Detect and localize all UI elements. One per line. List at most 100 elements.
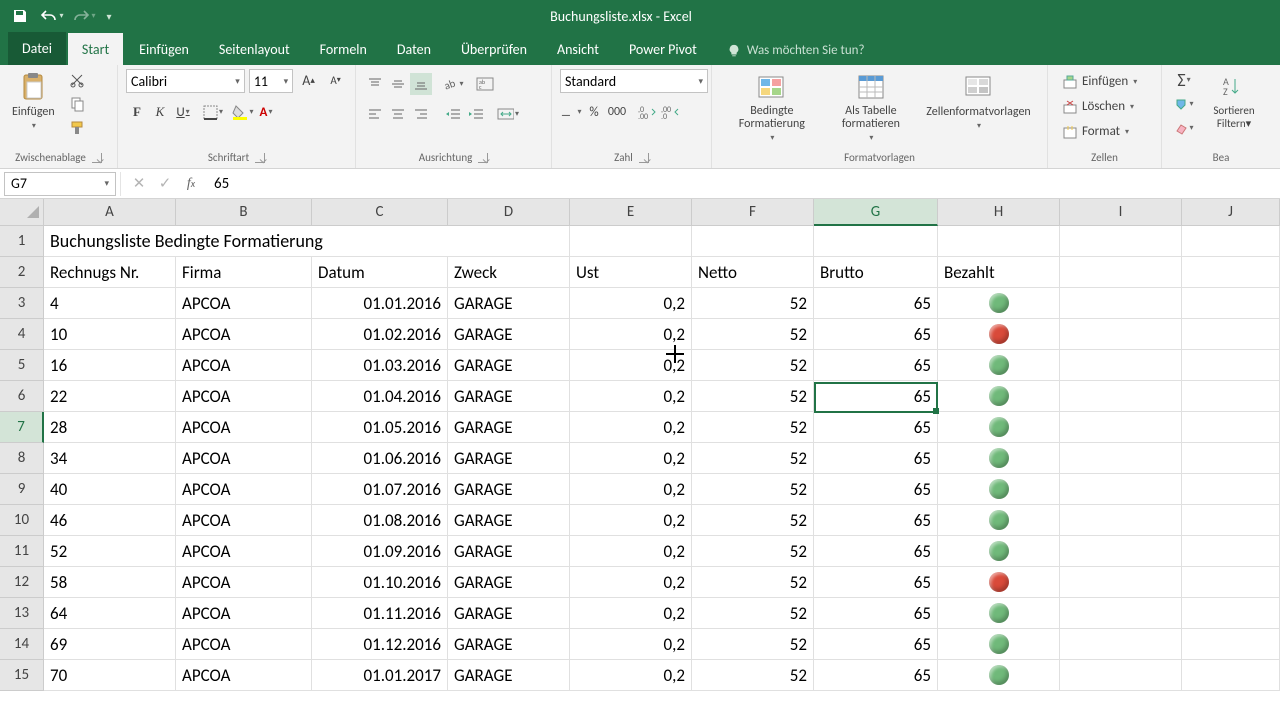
cell-firma[interactable]: APCOA (176, 474, 312, 505)
wrap-text-icon[interactable]: abc (474, 73, 496, 95)
cell[interactable] (1182, 288, 1280, 319)
cell-firma[interactable]: APCOA (176, 381, 312, 412)
cell-brutto[interactable]: 65 (814, 381, 938, 412)
cell-zweck[interactable]: GARAGE (448, 536, 570, 567)
row-header-15[interactable]: 15 (0, 660, 44, 691)
row-header-2[interactable]: 2 (0, 257, 44, 288)
dialog-launcher-icon[interactable] (92, 153, 102, 163)
cell-bezahlt[interactable] (938, 350, 1060, 381)
cell-ust[interactable]: 0,2 (570, 381, 692, 412)
cell-nr[interactable]: 4 (44, 288, 176, 319)
cell-bezahlt[interactable] (938, 629, 1060, 660)
cell-zweck[interactable]: GARAGE (448, 629, 570, 660)
cell-bezahlt[interactable] (938, 505, 1060, 536)
header-cell[interactable]: Firma (176, 257, 312, 288)
spreadsheet-grid[interactable]: ABCDEFGHIJ 1Buchungsliste Bedingte Forma… (0, 199, 1280, 691)
row-header-6[interactable]: 6 (0, 381, 44, 412)
cell[interactable] (1182, 505, 1280, 536)
align-left-icon[interactable] (364, 103, 386, 125)
cell-brutto[interactable]: 65 (814, 536, 938, 567)
cell-brutto[interactable]: 65 (814, 660, 938, 691)
cell-nr[interactable]: 22 (44, 381, 176, 412)
save-icon[interactable] (6, 2, 34, 30)
tab-review[interactable]: Überprüfen (447, 33, 541, 65)
cell-netto[interactable]: 52 (692, 567, 814, 598)
cell[interactable] (1060, 536, 1182, 567)
header-cell[interactable]: Netto (692, 257, 814, 288)
number-format-combo[interactable]: Standard▾ (560, 69, 708, 93)
accounting-format-icon[interactable]: ⚊▾ (560, 101, 582, 123)
percent-icon[interactable]: % (583, 101, 605, 123)
cell-zweck[interactable]: GARAGE (448, 350, 570, 381)
cell-bezahlt[interactable] (938, 567, 1060, 598)
header-cell[interactable]: Rechnugs Nr. (44, 257, 176, 288)
tell-me-search[interactable]: Was möchten Sie tun? (713, 35, 879, 65)
cell[interactable] (1060, 226, 1182, 257)
cell-nr[interactable]: 58 (44, 567, 176, 598)
tab-formulas[interactable]: Formeln (306, 33, 381, 65)
row-header-9[interactable]: 9 (0, 474, 44, 505)
title-cell[interactable]: Buchungsliste Bedingte Formatierung (44, 226, 570, 257)
column-header-B[interactable]: B (176, 199, 312, 226)
format-painter-icon[interactable] (65, 117, 89, 139)
undo-icon[interactable]: ▾ (38, 2, 66, 30)
tab-view[interactable]: Ansicht (543, 33, 613, 65)
cell-firma[interactable]: APCOA (176, 319, 312, 350)
cell-ust[interactable]: 0,2 (570, 443, 692, 474)
dialog-launcher-icon[interactable] (639, 153, 649, 163)
cell-zweck[interactable]: GARAGE (448, 381, 570, 412)
cell-datum[interactable]: 01.02.2016 (312, 319, 448, 350)
cell[interactable] (1182, 443, 1280, 474)
align-middle-icon[interactable] (387, 73, 409, 95)
cell-firma[interactable]: APCOA (176, 350, 312, 381)
cell-styles-button[interactable]: Zellenformatvorlagen▾ (918, 69, 1039, 133)
cell[interactable] (1182, 567, 1280, 598)
cell[interactable] (1182, 226, 1280, 257)
cell-nr[interactable]: 64 (44, 598, 176, 629)
cell-nr[interactable]: 10 (44, 319, 176, 350)
row-header-1[interactable]: 1 (0, 226, 44, 257)
cell-firma[interactable]: APCOA (176, 536, 312, 567)
cell-brutto[interactable]: 65 (814, 474, 938, 505)
cell[interactable] (1060, 257, 1182, 288)
cell-datum[interactable]: 01.09.2016 (312, 536, 448, 567)
tab-home[interactable]: Start (68, 33, 123, 65)
cell[interactable] (1060, 629, 1182, 660)
cell[interactable] (1182, 536, 1280, 567)
qat-customize-icon[interactable]: ▾ (102, 2, 116, 30)
increase-indent-icon[interactable] (465, 103, 487, 125)
cell-nr[interactable]: 69 (44, 629, 176, 660)
column-header-E[interactable]: E (570, 199, 692, 226)
cell-ust[interactable]: 0,2 (570, 288, 692, 319)
cell-zweck[interactable]: GARAGE (448, 567, 570, 598)
cell-ust[interactable]: 0,2 (570, 412, 692, 443)
orientation-icon[interactable]: ab▾ (442, 73, 464, 95)
cell-netto[interactable]: 52 (692, 443, 814, 474)
bold-icon[interactable]: F (126, 101, 148, 123)
increase-font-icon[interactable]: A▴ (297, 69, 320, 91)
cell[interactable] (1060, 350, 1182, 381)
column-header-D[interactable]: D (448, 199, 570, 226)
tab-insert[interactable]: Einfügen (125, 33, 203, 65)
clear-icon[interactable]: ▾ (1170, 117, 1198, 139)
cell-netto[interactable]: 52 (692, 412, 814, 443)
column-header-I[interactable]: I (1060, 199, 1182, 226)
cell-bezahlt[interactable] (938, 381, 1060, 412)
cell-firma[interactable]: APCOA (176, 412, 312, 443)
column-header-A[interactable]: A (44, 199, 176, 226)
cell-firma[interactable]: APCOA (176, 505, 312, 536)
cell-brutto[interactable]: 65 (814, 629, 938, 660)
cell-datum[interactable]: 01.12.2016 (312, 629, 448, 660)
name-box[interactable]: G7▾ (4, 172, 116, 196)
dialog-launcher-icon[interactable] (478, 153, 488, 163)
cell-datum[interactable]: 01.06.2016 (312, 443, 448, 474)
cell[interactable] (1182, 598, 1280, 629)
cell[interactable] (1182, 629, 1280, 660)
cell[interactable] (570, 226, 692, 257)
tab-page-layout[interactable]: Seitenlayout (205, 33, 304, 65)
cell[interactable] (814, 226, 938, 257)
row-header-5[interactable]: 5 (0, 350, 44, 381)
borders-icon[interactable]: ▾ (202, 101, 224, 123)
copy-icon[interactable] (65, 93, 89, 115)
cell-zweck[interactable]: GARAGE (448, 505, 570, 536)
